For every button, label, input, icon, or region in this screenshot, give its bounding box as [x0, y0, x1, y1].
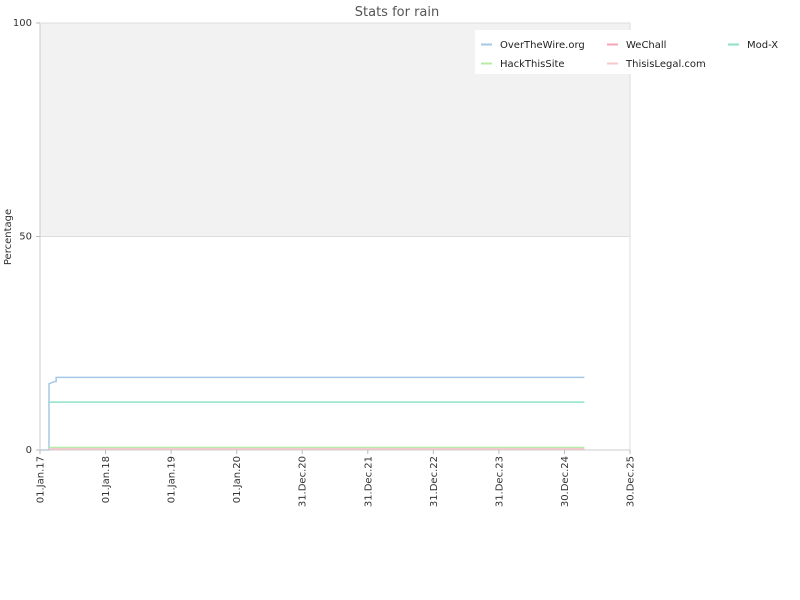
legend-label: Mod-X: [747, 40, 778, 51]
y-tick-label: 0: [26, 445, 32, 456]
x-tick-label: 01.Jan.20: [232, 456, 243, 503]
y-tick-label: 50: [19, 232, 32, 243]
x-axis-ticks: 01.Jan.17 01.Jan.18 01.Jan.19 01.Jan.20 31.D…: [36, 450, 637, 507]
x-tick-label: 31.Dec.22: [429, 456, 440, 507]
x-tick-label: 31.Dec.23: [494, 456, 505, 507]
legend: OverTheWire.org WeChall Mod-X HackThisSite T…: [475, 30, 795, 74]
x-tick-label: 30.Dec.25: [626, 456, 637, 507]
chart-title: Stats for rain: [355, 5, 440, 20]
y-axis-label: Percentage: [3, 209, 14, 265]
x-tick-label: 01.Jan.18: [101, 456, 112, 503]
x-tick-label: 01.Jan.17: [36, 456, 47, 503]
x-tick-label: 01.Jan.19: [167, 456, 178, 503]
y-axis-ticks: 0 50 100: [13, 18, 40, 456]
x-tick-label: 31.Dec.21: [363, 456, 374, 507]
stats-chart: Stats for rain 0 50 100 01.Jan.17 01.Jan.18…: [3, 5, 795, 507]
x-tick-label: 31.Dec.20: [298, 456, 309, 507]
legend-label: OverTheWire.org: [500, 40, 585, 51]
legend-label: ThisisLegal.com: [625, 59, 706, 70]
legend-label: WeChall: [626, 40, 666, 51]
legend-label: HackThisSite: [500, 59, 565, 70]
y-tick-label: 100: [13, 18, 32, 29]
x-tick-label: 30.Dec.24: [560, 456, 571, 507]
